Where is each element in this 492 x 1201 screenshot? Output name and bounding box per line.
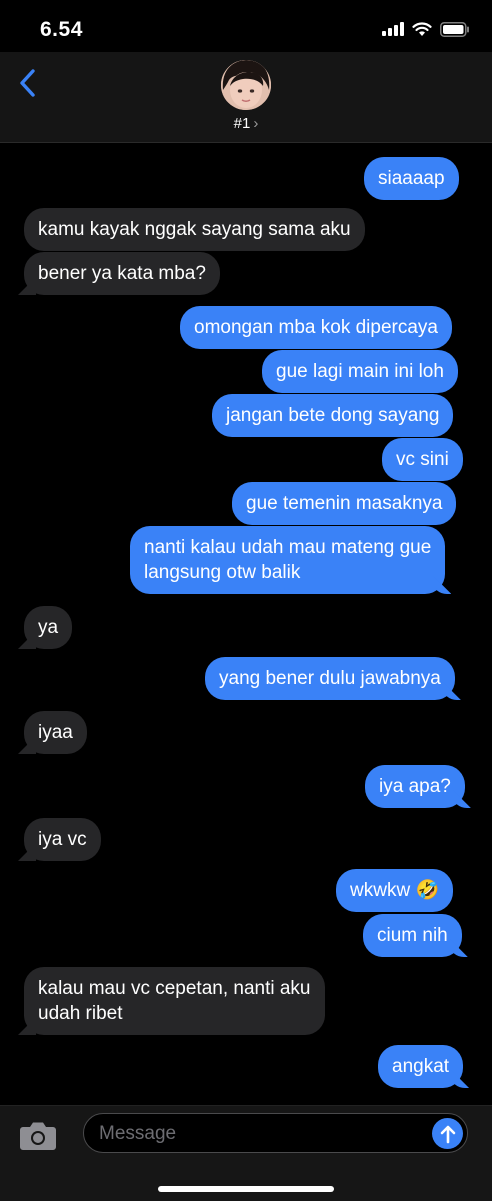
rofl-emoji-icon: 🤣 <box>415 880 440 901</box>
message-line: udah ribet <box>38 1003 123 1024</box>
message-placeholder: Message <box>99 1123 177 1144</box>
message-outgoing[interactable]: nanti kalau udah mau mateng gue langsung… <box>130 526 446 594</box>
message-outgoing[interactable]: gue temenin masaknya <box>232 482 457 525</box>
home-indicator <box>158 1186 334 1192</box>
signal-icon <box>382 22 404 36</box>
message-outgoing[interactable]: jangan bete dong sayang <box>212 394 454 437</box>
status-icons <box>382 20 470 38</box>
message-incoming[interactable]: iyaa <box>24 711 87 754</box>
chevron-left-icon[interactable] <box>16 68 40 98</box>
message-outgoing[interactable]: angkat <box>378 1045 464 1088</box>
status-time: 6.54 <box>40 18 83 41</box>
contact-name[interactable]: #1 › <box>0 115 492 132</box>
message-outgoing[interactable]: iya apa? <box>365 765 465 808</box>
message-line: langsung otw balik <box>144 562 301 583</box>
message-outgoing[interactable]: siaaaap <box>364 157 459 200</box>
send-button[interactable] <box>432 1118 463 1149</box>
contact-name-label: #1 <box>233 115 251 132</box>
message-outgoing[interactable]: vc sini <box>382 438 463 481</box>
message-text: wkwkw <box>350 880 411 901</box>
message-incoming[interactable]: ya <box>24 606 73 649</box>
message-outgoing[interactable]: wkwkw 🤣 <box>336 869 454 912</box>
message-line: kalau mau vc cepetan, nanti aku <box>38 978 311 999</box>
message-input[interactable]: Message <box>83 1113 468 1153</box>
message-line: nanti kalau udah mau mateng gue <box>144 537 432 558</box>
message-outgoing[interactable]: gue lagi main ini loh <box>262 350 458 393</box>
message-outgoing[interactable]: cium nih <box>363 914 462 957</box>
conversation-header: #1 › <box>0 52 492 143</box>
wifi-icon <box>412 21 432 36</box>
message-incoming[interactable]: kalau mau vc cepetan, nanti aku udah rib… <box>24 967 325 1035</box>
message-outgoing[interactable]: omongan mba kok dipercaya <box>180 306 452 349</box>
contact-avatar[interactable] <box>221 60 271 110</box>
camera-icon[interactable] <box>19 1121 57 1151</box>
chevron-right-icon: › <box>253 115 259 132</box>
arrow-up-icon <box>440 1125 455 1143</box>
message-incoming[interactable]: bener ya kata mba? <box>24 252 220 295</box>
message-incoming[interactable]: kamu kayak nggak sayang sama aku <box>24 208 365 251</box>
battery-icon <box>440 21 469 37</box>
status-bar: 6.54 <box>0 0 492 52</box>
composer-bar: Message <box>0 1105 492 1201</box>
message-outgoing[interactable]: yang bener dulu jawabnya <box>205 657 455 700</box>
message-incoming[interactable]: iya vc <box>24 818 101 861</box>
